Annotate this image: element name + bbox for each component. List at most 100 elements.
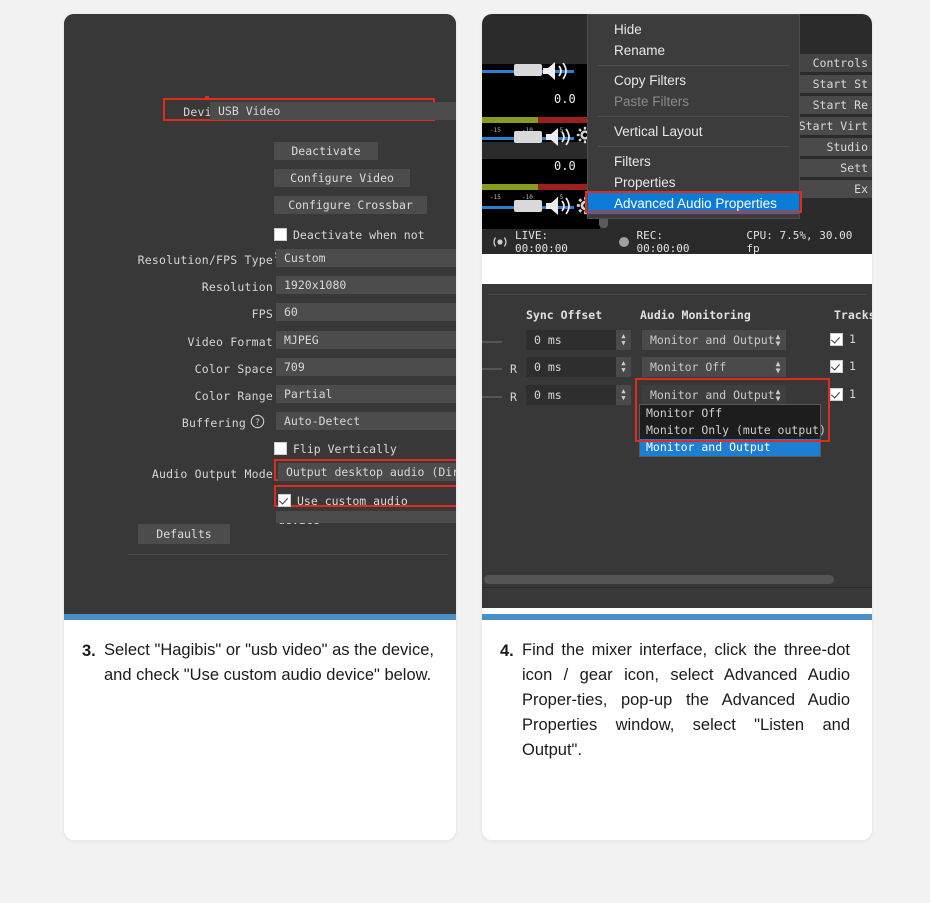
aap-top-divider	[488, 294, 866, 295]
balance-track-3	[482, 396, 502, 398]
context-menu-item-properties[interactable]: Properties	[588, 172, 799, 193]
buffering-label: Buffering	[181, 416, 246, 430]
context-menu-item-copy-filters[interactable]: Copy Filters	[588, 70, 799, 91]
source-context-menu: Hide Rename Copy Filters Paste Filters V…	[585, 14, 802, 219]
chevron-updown-icon: ▲ ▼	[775, 387, 781, 403]
buffering-value[interactable]: Auto-Detect	[276, 412, 456, 430]
color-space-value[interactable]: 709	[276, 358, 456, 376]
speaker-icon[interactable]	[540, 60, 574, 82]
flip-vertically-row[interactable]: Flip Vertically	[274, 438, 397, 457]
sync-offset-spinner-2[interactable]: ▲ ▼	[616, 357, 631, 377]
audio-monitoring-combo-3[interactable]: Monitor and Output ▲ ▼	[642, 385, 786, 405]
audio-monitoring-value-1: Monitor and Output	[650, 333, 775, 347]
broadcast-icon	[493, 236, 507, 247]
sync-offset-header: Sync Offset	[526, 308, 603, 322]
fps-value[interactable]: 60	[276, 303, 456, 321]
speaker-icon[interactable]	[544, 195, 574, 217]
use-custom-audio-device-checkbox[interactable]	[278, 494, 291, 507]
chevron-updown-icon: ▲ ▼	[775, 359, 781, 375]
audio-meter-green-2	[482, 184, 538, 190]
color-space-label: Color Space	[194, 362, 273, 376]
deactivate-when-not-showing-checkbox[interactable]	[274, 228, 287, 241]
track-1-checkbox-row3[interactable]	[830, 387, 843, 401]
context-menu-separator	[598, 65, 789, 66]
context-menu-item-hide[interactable]: Hide	[588, 19, 799, 40]
advanced-audio-properties-window: Sync Offset Audio Monitoring Tracks 0 ms…	[482, 284, 872, 608]
bottom-divider	[128, 554, 448, 555]
sync-offset-input-2[interactable]: 0 ms	[526, 357, 616, 377]
device-value-combo[interactable]: USB Video	[210, 102, 456, 120]
aap-horizontal-scrollbar[interactable]	[484, 575, 834, 584]
volume-slider-handle-1[interactable]	[514, 64, 542, 76]
color-range-label: Color Range	[194, 389, 273, 403]
balance-right-label-2: R	[510, 362, 517, 376]
step-3-number: 3.	[82, 642, 96, 660]
track-1-checkbox-row1[interactable]	[830, 332, 843, 346]
meter-tick-15-a: -15	[490, 127, 501, 134]
tracks-header: Tracks	[834, 308, 872, 322]
track-1-label-row3: 1	[849, 387, 856, 401]
volume-slider-handle-2[interactable]	[514, 131, 542, 143]
step-3-card: Device USB Video Deactivate Configure Vi…	[64, 14, 456, 840]
screenshot-gap	[482, 254, 872, 284]
track-1-checkbox-row2[interactable]	[830, 359, 843, 373]
sync-offset-spinner-1[interactable]: ▲ ▼	[616, 330, 631, 350]
audio-meter-green-1	[482, 117, 538, 123]
dropdown-option-monitor-only[interactable]: Monitor Only (mute output)	[640, 422, 826, 439]
balance-track-2	[482, 368, 502, 370]
context-menu-separator	[598, 116, 789, 117]
context-menu-item-vertical-layout[interactable]: Vertical Layout	[588, 121, 799, 142]
audio-output-mode-value[interactable]: Output desktop audio (DirectSound)	[278, 463, 456, 481]
step-4-card: 0.0 -15 -10 -5	[482, 14, 872, 840]
step-4-number: 4.	[500, 642, 514, 660]
chevron-updown-icon: ▲ ▼	[775, 332, 781, 348]
tracks-cell-2: 1	[830, 359, 856, 373]
resolution-value[interactable]: 1920x1080	[276, 276, 456, 294]
obs-mixer-and-advanced-audio-screenshot: 0.0 -15 -10 -5	[482, 14, 872, 620]
sync-offset-spinner-3[interactable]: ▲ ▼	[616, 385, 631, 405]
context-menu-item-paste-filters: Paste Filters	[614, 94, 690, 109]
context-menu-item-filters[interactable]: Filters	[588, 151, 799, 172]
page-root: Device USB Video Deactivate Configure Vi…	[0, 0, 930, 903]
step-3-caption: 3. Select "Hagibis" or "usb video" as th…	[64, 620, 456, 698]
sync-offset-input-3[interactable]: 0 ms	[526, 385, 616, 405]
dropdown-option-monitor-off[interactable]: Monitor Off	[640, 405, 820, 422]
obs-status-bar: LIVE: 00:00:00 REC: 00:00:00 CPU: 7.5%, …	[482, 229, 872, 254]
context-menu-item-advanced-audio-properties[interactable]: Advanced Audio Properties	[588, 193, 799, 214]
aap-row-2: 0 ms ▲ ▼	[526, 357, 631, 377]
live-status-label: LIVE: 00:00:00	[514, 228, 568, 255]
audio-monitoring-combo-1[interactable]: Monitor and Output ▲ ▼	[642, 330, 786, 350]
deactivate-button[interactable]: Deactivate	[274, 142, 378, 160]
context-menu-item-rename[interactable]: Rename	[588, 40, 799, 61]
audio-monitoring-value-2: Monitor Off	[650, 360, 727, 374]
context-menu-separator	[598, 146, 789, 147]
dropdown-option-monitor-and-output[interactable]: Monitor and Output	[640, 439, 820, 456]
cpu-status-label: CPU: 7.5%, 30.00 fp	[746, 228, 853, 255]
audio-monitoring-value-3: Monitor and Output	[650, 388, 775, 402]
defaults-button[interactable]: Defaults	[138, 524, 230, 544]
speaker-icon[interactable]	[544, 126, 574, 148]
aap-row-1: 0 ms ▲ ▼	[526, 330, 631, 350]
track-1-label-row1: 1	[849, 332, 856, 346]
flip-vertically-label: Flip Vertically	[293, 442, 397, 456]
configure-crossbar-button[interactable]: Configure Crossbar	[274, 196, 427, 214]
custom-audio-device-combo[interactable]	[276, 511, 456, 523]
obs-device-properties-screenshot: Device USB Video Deactivate Configure Vi…	[64, 14, 456, 620]
audio-monitoring-combo-2[interactable]: Monitor Off ▲ ▼	[642, 357, 786, 377]
video-format-value[interactable]: MJPEG	[276, 331, 456, 349]
sync-offset-input-1[interactable]: 0 ms	[526, 330, 616, 350]
resolution-fps-type-value[interactable]: Custom	[276, 249, 456, 267]
volume-value-2: 0.0	[554, 159, 576, 173]
volume-value-1: 0.0	[554, 92, 576, 106]
meter-tick-15-b: -15	[490, 194, 501, 201]
step-4-caption: 4. Find the mixer interface, click the t…	[482, 620, 872, 773]
resolution-label: Resolution	[201, 280, 273, 294]
aap-row-3: 0 ms ▲ ▼	[526, 385, 631, 405]
flip-vertically-checkbox[interactable]	[274, 442, 287, 455]
question-mark-icon[interactable]: ?	[250, 414, 265, 429]
volume-slider-handle-3[interactable]	[514, 200, 542, 212]
audio-monitoring-dropdown-list[interactable]: Monitor Off Monitor Only (mute output) M…	[639, 404, 826, 457]
audio-output-mode-label: Audio Output Mode	[151, 467, 273, 481]
configure-video-button[interactable]: Configure Video	[274, 169, 410, 187]
color-range-value[interactable]: Partial	[276, 385, 456, 403]
